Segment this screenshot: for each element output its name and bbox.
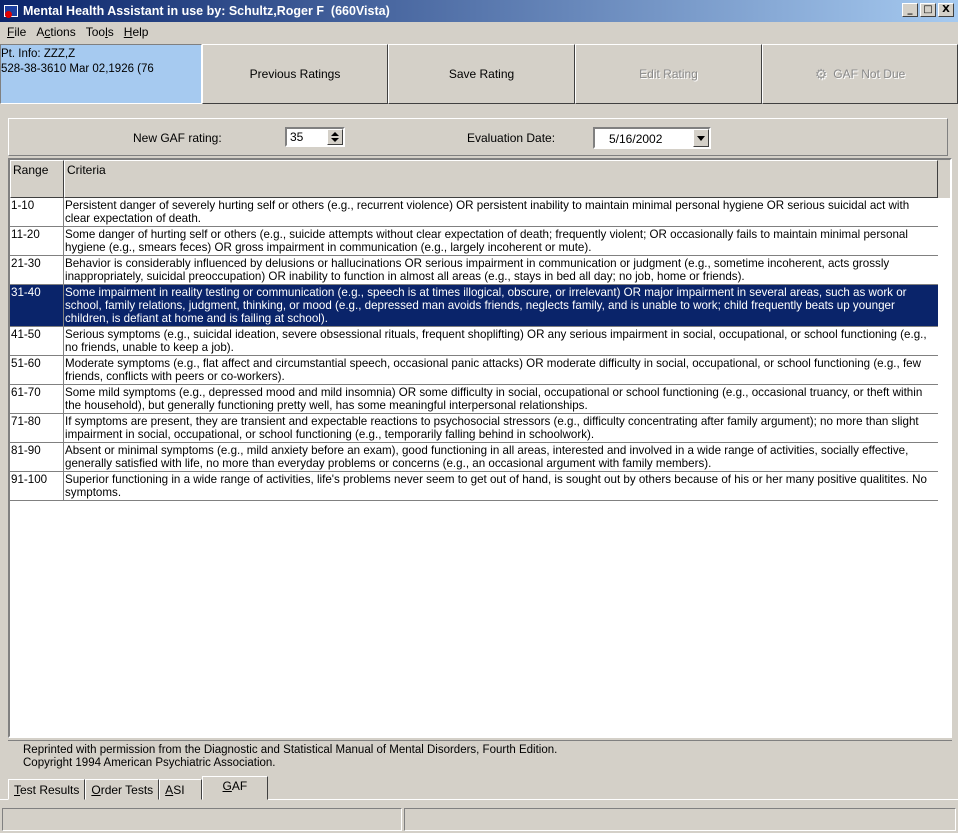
gaf-not-due-button[interactable]: ⚙ GAF Not Due: [762, 44, 958, 104]
grid-rows: 1-10 Persistent danger of severely hurtin…: [10, 198, 938, 501]
column-header-criteria[interactable]: Criteria: [64, 160, 938, 198]
criteria-cell: Superior functioning in a wide range of …: [65, 473, 927, 499]
menu-bar: File Actions Tools Help: [0, 22, 958, 42]
table-row[interactable]: 81-90 Absent or minimal symptoms (e.g., m…: [10, 443, 938, 472]
range-cell: 31-40: [10, 285, 64, 326]
criteria-cell: If symptoms are present, they are transi…: [65, 415, 919, 441]
tab-strip: Test Results Order Tests ASI GAF: [8, 776, 269, 800]
gaf-rating-spinner[interactable]: 35: [285, 127, 345, 147]
criteria-cell: Some mild symptoms (e.g., depressed mood…: [65, 386, 923, 412]
grid-header: Range Criteria: [10, 160, 950, 198]
range-cell: 21-30: [10, 256, 64, 284]
criteria-cell: Serious symptoms (e.g., suicidal ideatio…: [65, 328, 927, 354]
column-header-range[interactable]: Range: [10, 160, 64, 198]
criteria-cell: Persistent danger of severely hurting se…: [65, 199, 910, 225]
criteria-cell: Behavior is considerably influenced by d…: [65, 257, 890, 283]
patient-info-panel[interactable]: Pt. Info: ZZZ,Z 528-38-3610 Mar 02,1926 …: [0, 44, 202, 104]
gaf-criteria-grid[interactable]: Range Criteria 1-10 Persistent danger of …: [8, 158, 952, 738]
patient-info-name: Pt. Info: ZZZ,Z: [1, 48, 76, 60]
gaf-rating-value[interactable]: 35: [290, 130, 303, 144]
table-row[interactable]: 1-10 Persistent danger of severely hurtin…: [10, 198, 938, 227]
new-gaf-rating-label: New GAF rating:: [133, 131, 222, 145]
criteria-cell: Some danger of hurting self or others (e…: [65, 228, 908, 254]
table-row[interactable]: 61-70 Some mild symptoms (e.g., depressed…: [10, 385, 938, 414]
save-rating-button[interactable]: Save Rating: [388, 44, 575, 104]
range-cell: 81-90: [10, 443, 64, 471]
previous-ratings-button[interactable]: Previous Ratings: [202, 44, 388, 104]
table-row[interactable]: 31-40 Some impairment in reality testing …: [10, 285, 938, 327]
range-cell: 11-20: [10, 227, 64, 255]
evaluation-date-picker[interactable]: 5/16/2002: [593, 127, 711, 149]
table-row[interactable]: 51-60 Moderate symptoms (e.g., flat affec…: [10, 356, 938, 385]
status-bar: [0, 806, 958, 833]
copyright-note: Reprinted with permission from the Diagn…: [8, 740, 952, 772]
maximize-button[interactable]: □: [920, 3, 936, 17]
tab-asi[interactable]: ASI: [159, 779, 202, 800]
table-row[interactable]: 11-20 Some danger of hurting self or othe…: [10, 227, 938, 256]
app-icon[interactable]: [3, 3, 19, 19]
edit-rating-button[interactable]: Edit Rating: [575, 44, 762, 104]
criteria-cell: Moderate symptoms (e.g., flat affect and…: [65, 357, 921, 383]
patient-info-ssn-dob: 528-38-3610 Mar 02,1926 (76: [1, 63, 154, 75]
spin-arrows-icon[interactable]: [327, 129, 343, 145]
criteria-cell: Some impairment in reality testing or co…: [65, 286, 907, 325]
toolbar: Pt. Info: ZZZ,Z 528-38-3610 Mar 02,1926 …: [0, 44, 958, 104]
status-panel-left: [2, 808, 402, 831]
table-row[interactable]: 41-50 Serious symptoms (e.g., suicidal id…: [10, 327, 938, 356]
window-title: Mental Health Assistant in use by: Schul…: [23, 4, 390, 18]
table-row[interactable]: 71-80 If symptoms are present, they are t…: [10, 414, 938, 443]
tab-gaf[interactable]: GAF: [201, 776, 269, 800]
range-cell: 51-60: [10, 356, 64, 384]
minimize-button[interactable]: _: [902, 3, 918, 17]
table-row[interactable]: 21-30 Behavior is considerably influenced…: [10, 256, 938, 285]
tab-test-results[interactable]: Test Results: [8, 779, 86, 800]
menu-help[interactable]: Help: [119, 25, 154, 39]
copyright-line-2: Copyright 1994 American Psychiatric Asso…: [23, 757, 276, 769]
menu-file[interactable]: File: [2, 25, 31, 39]
range-cell: 71-80: [10, 414, 64, 442]
range-cell: 41-50: [10, 327, 64, 355]
dropdown-arrow-icon[interactable]: [693, 129, 709, 147]
evaluation-date-value[interactable]: 5/16/2002: [609, 132, 662, 146]
tab-order-tests[interactable]: Order Tests: [85, 779, 160, 800]
table-row[interactable]: 91-100 Superior functioning in a wide ran…: [10, 472, 938, 501]
range-cell: 61-70: [10, 385, 64, 413]
evaluation-date-label: Evaluation Date:: [467, 131, 556, 145]
criteria-cell: Absent or minimal symptoms (e.g., mild a…: [65, 444, 909, 470]
copyright-line-1: Reprinted with permission from the Diagn…: [23, 744, 558, 756]
close-button[interactable]: X: [938, 3, 954, 17]
gaf-entry-panel: New GAF rating: 35 Evaluation Date: 5/16…: [8, 118, 948, 156]
menu-actions[interactable]: Actions: [31, 25, 80, 39]
menu-tools[interactable]: Tools: [81, 25, 119, 39]
status-panel-right: [404, 808, 956, 831]
range-cell: 1-10: [10, 198, 64, 226]
title-bar[interactable]: Mental Health Assistant in use by: Schul…: [0, 0, 958, 22]
gear-icon: ⚙: [814, 65, 828, 82]
range-cell: 91-100: [10, 472, 64, 500]
